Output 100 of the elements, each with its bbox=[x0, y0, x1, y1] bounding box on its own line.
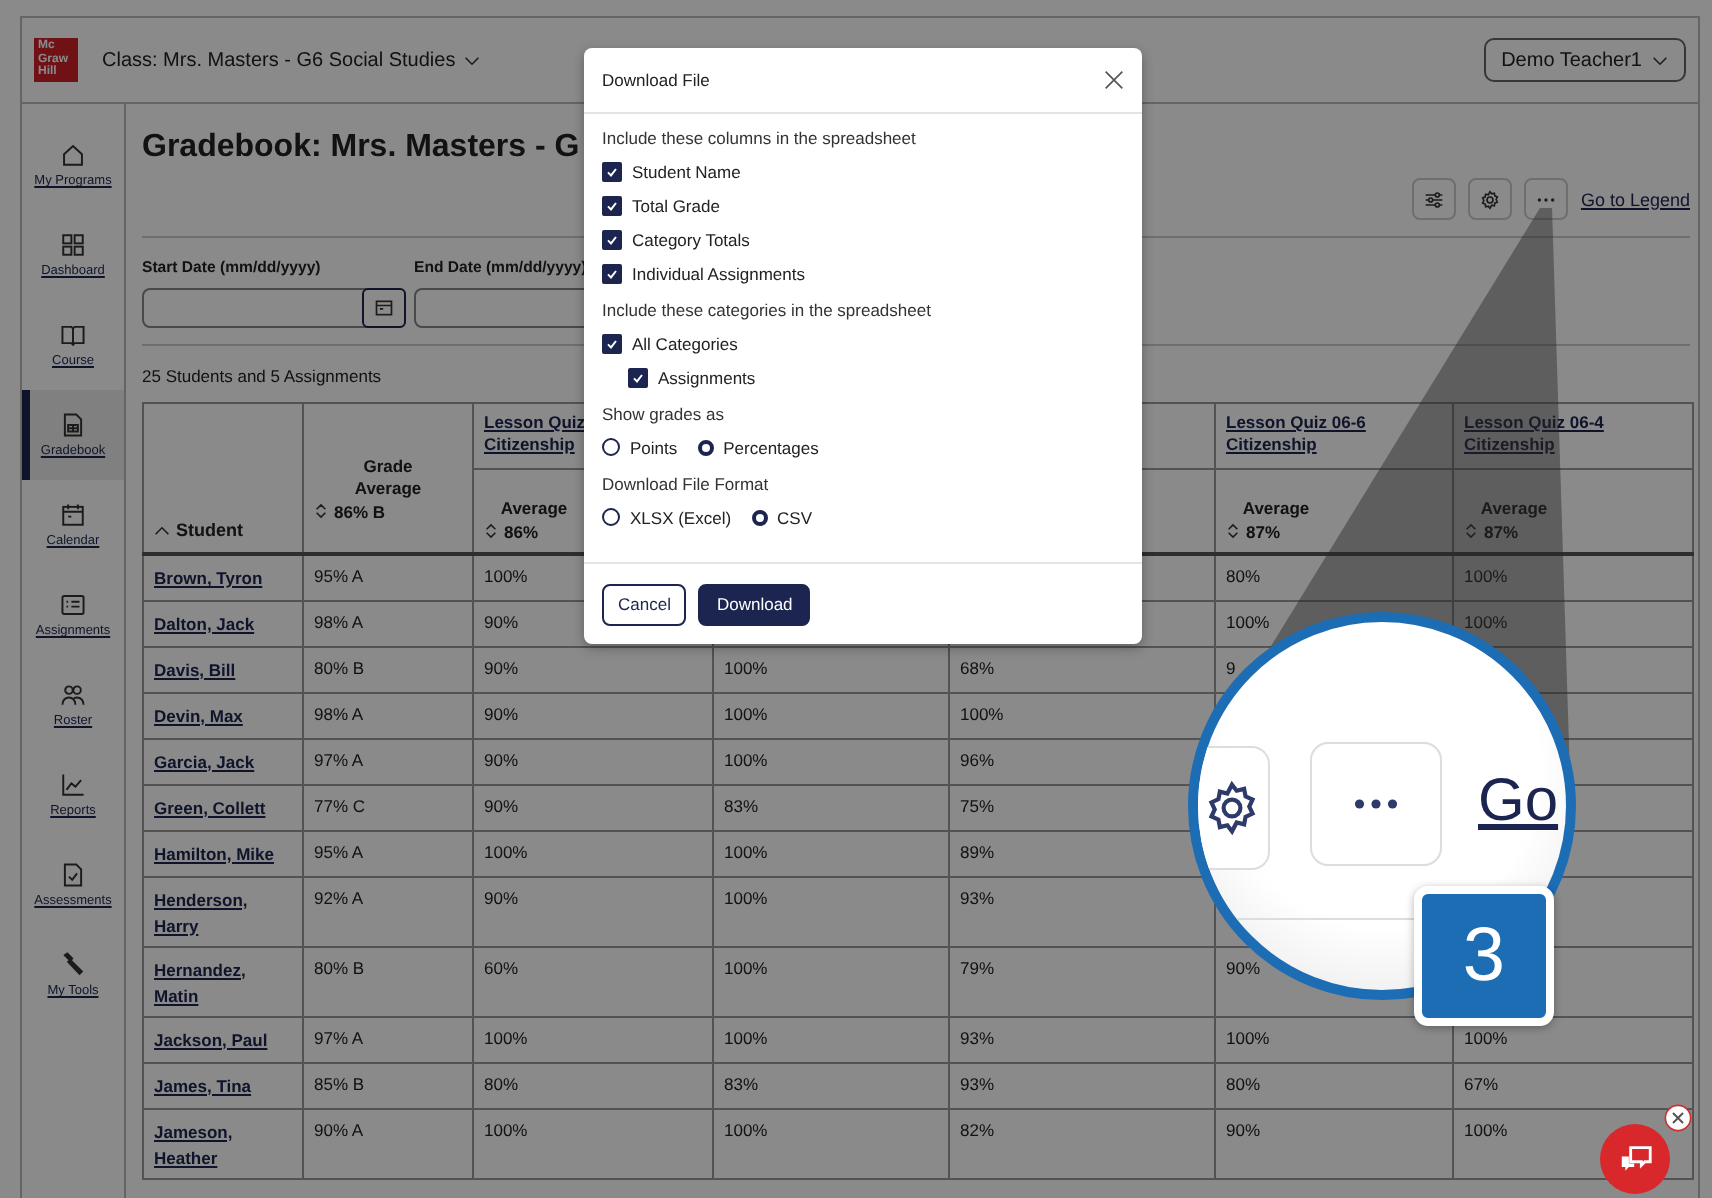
chevron-down-icon bbox=[1652, 55, 1668, 65]
grade-cell: 80% B bbox=[314, 957, 365, 977]
checkbox-option[interactable]: All Categories bbox=[602, 326, 1124, 360]
grade-cell: 100% bbox=[724, 657, 768, 677]
grade-cell: 9 bbox=[1226, 657, 1236, 677]
grade-cell: 82% bbox=[960, 1119, 995, 1139]
legend-link[interactable]: Go bbox=[1478, 766, 1559, 838]
radio-option[interactable]: Percentages bbox=[697, 430, 819, 464]
sort-icon bbox=[1226, 522, 1240, 540]
cancel-button[interactable]: Cancel bbox=[602, 583, 687, 625]
grade-cell: 90% bbox=[1226, 1119, 1261, 1139]
grade-cell: 100% bbox=[1226, 1027, 1270, 1047]
list-icon bbox=[60, 592, 86, 618]
average-label: Average bbox=[1478, 497, 1550, 517]
average-value: 86% B bbox=[334, 501, 386, 521]
grade-cell: 80% bbox=[1226, 1073, 1261, 1093]
grade-cell: 83% bbox=[724, 795, 759, 815]
class-selector[interactable]: Class: Mrs. Masters - G6 Social Studies bbox=[102, 49, 480, 71]
radio-button[interactable] bbox=[602, 508, 620, 526]
cal-icon bbox=[60, 502, 86, 528]
grade-cell: 96% bbox=[960, 749, 995, 769]
checkbox[interactable] bbox=[602, 263, 622, 283]
tool-icon bbox=[60, 952, 86, 978]
grade-cell: 100% bbox=[1464, 611, 1508, 631]
grade-cell: 60% bbox=[484, 957, 519, 977]
column-title: Grade Average bbox=[352, 455, 424, 499]
grade-cell: 75% bbox=[960, 795, 995, 815]
grade-cell: 100% bbox=[484, 566, 528, 586]
grade-cell: 68% bbox=[960, 657, 995, 677]
checkbox[interactable] bbox=[628, 367, 648, 387]
grade-cell: 93% bbox=[960, 1073, 995, 1093]
settings-icon bbox=[1204, 780, 1260, 836]
checkbox[interactable] bbox=[602, 161, 622, 181]
grade-cell: 93% bbox=[960, 887, 995, 907]
grade-cell: 90% bbox=[484, 887, 519, 907]
user-menu-button[interactable]: Demo Teacher1 bbox=[1483, 38, 1686, 82]
radio-button[interactable] bbox=[697, 439, 714, 455]
close-icon[interactable] bbox=[1104, 70, 1124, 90]
grade-cell: 79% bbox=[960, 957, 995, 977]
start-date-field[interactable] bbox=[142, 288, 406, 328]
grade-cell: 93% bbox=[960, 1027, 995, 1047]
grade-cell: 95% A bbox=[314, 566, 364, 586]
column-header[interactable]: Grade Average 86% B bbox=[303, 403, 473, 554]
grade-cell: 97% A bbox=[314, 1027, 364, 1047]
grade-cell: 100% bbox=[484, 1027, 528, 1047]
sort-icon bbox=[314, 502, 328, 520]
filter-button[interactable] bbox=[1412, 178, 1457, 220]
book-icon bbox=[60, 322, 86, 348]
grade-cell: 100% bbox=[960, 703, 1004, 723]
more-icon bbox=[1354, 798, 1398, 810]
chart-icon bbox=[60, 772, 86, 798]
grade-cell: 100% bbox=[1464, 1119, 1508, 1139]
grade-cell: 100% bbox=[724, 749, 768, 769]
checkbox-option[interactable]: Total Grade bbox=[602, 188, 1124, 222]
grade-cell: 100% bbox=[484, 1119, 528, 1139]
grade-cell: 100% bbox=[724, 841, 768, 861]
grade-cell: 90% bbox=[484, 657, 519, 677]
grade-cell: 80% bbox=[484, 1073, 519, 1093]
grade-cell: 85% B bbox=[314, 1073, 365, 1093]
sort-icon bbox=[1464, 522, 1478, 540]
step-number-badge: 3 bbox=[1414, 886, 1554, 1026]
grade-cell: 100% bbox=[724, 703, 768, 723]
checkbox-option[interactable]: Student Name bbox=[602, 154, 1124, 188]
average-value: 86% bbox=[504, 521, 539, 541]
radio-option[interactable]: CSV bbox=[751, 500, 813, 534]
sliders-icon bbox=[1424, 189, 1445, 209]
settings-button[interactable] bbox=[1198, 746, 1270, 870]
grade-cell: 89% bbox=[960, 841, 995, 861]
radio-button[interactable] bbox=[602, 438, 620, 456]
grade-cell: 100% bbox=[724, 957, 768, 977]
grade-cell: 100% bbox=[724, 1119, 768, 1139]
grade-cell: 100% bbox=[724, 1027, 768, 1047]
checkbox-option[interactable]: Individual Assignments bbox=[602, 256, 1124, 290]
legend-link[interactable]: Go to Legend bbox=[1580, 189, 1690, 209]
calendar-icon bbox=[374, 298, 394, 318]
checkbox[interactable] bbox=[602, 333, 622, 353]
section-label: Download File Format bbox=[602, 472, 771, 496]
radio-option[interactable]: Points bbox=[602, 430, 678, 464]
column-header[interactable]: Student bbox=[143, 403, 303, 554]
checkbox[interactable] bbox=[602, 195, 622, 215]
grade-cell: 98% A bbox=[314, 611, 364, 631]
calendar-button[interactable] bbox=[362, 288, 406, 328]
checkbox-option[interactable]: Assignments bbox=[628, 360, 1124, 394]
average-value: 87% bbox=[1484, 521, 1519, 541]
grade-cell: 67% bbox=[1464, 1073, 1499, 1093]
average-value: 87% bbox=[1246, 521, 1281, 541]
checkmark-icon bbox=[604, 163, 620, 179]
checkbox-option[interactable]: Category Totals bbox=[602, 222, 1124, 256]
radio-button[interactable] bbox=[751, 509, 768, 525]
average-label: Average bbox=[1240, 497, 1312, 517]
close-icon[interactable] bbox=[1664, 1104, 1692, 1132]
people-icon bbox=[60, 682, 86, 708]
radio-option[interactable]: XLSX (Excel) bbox=[602, 500, 732, 534]
grade-cell: 100% bbox=[1464, 566, 1508, 586]
checkbox[interactable] bbox=[602, 229, 622, 249]
section-label: Include these categories in the spreadsheet bbox=[602, 298, 933, 322]
download-button[interactable]: Download bbox=[698, 583, 811, 625]
home-icon bbox=[60, 142, 86, 168]
settings-button[interactable] bbox=[1468, 178, 1513, 220]
sort-ascending-icon bbox=[154, 525, 170, 535]
